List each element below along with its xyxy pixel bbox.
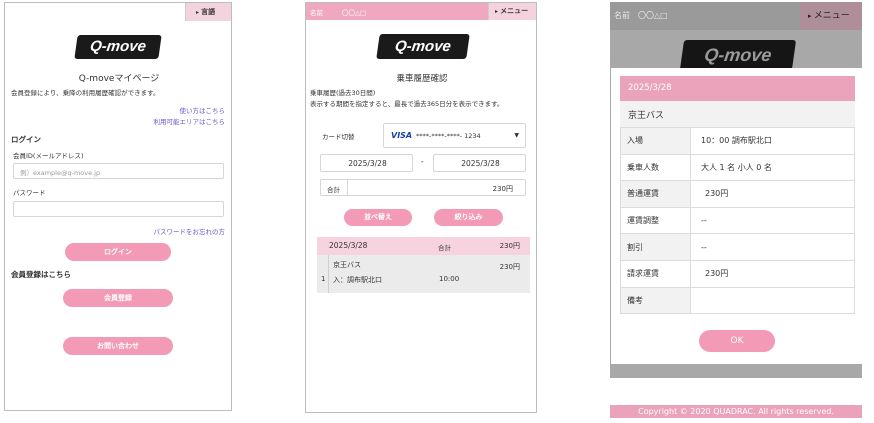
top-bar: 名前 〇〇△□ ▸ メニュー: [610, 2, 862, 30]
top-bar: ▸ 言語: [5, 3, 231, 21]
detail-row-passengers: 乗車人数 大人 1 名 小人 0 名: [620, 153, 855, 182]
ok-button[interactable]: OK: [699, 330, 775, 352]
page-title: 乗車履歴確認: [396, 74, 448, 84]
detail-row-adjustment: 運賃調整 --: [620, 206, 855, 235]
language-button[interactable]: ▸ 言語: [185, 3, 231, 21]
q-move-logo: Q-move: [679, 40, 797, 70]
result-fare: 230円: [499, 263, 520, 271]
company-row: 京王バス: [620, 101, 855, 127]
password-label: パスワード: [13, 189, 46, 197]
user-name-value: 〇〇△□: [638, 11, 668, 20]
visa-icon: VISA: [391, 131, 413, 140]
date-to-value: 2025/3/28: [461, 159, 500, 168]
user-name-value: 〇〇△□: [342, 9, 367, 17]
result-index: 1: [321, 275, 326, 283]
intro-text: 会員登録により、乗降の利用履歴確認ができます。: [11, 89, 160, 97]
detail-key: 備考: [620, 286, 691, 315]
forgot-password-link[interactable]: パスワードをお忘れの方: [154, 226, 226, 236]
modal-header: 2025/3/28: [620, 76, 855, 101]
divider: [328, 255, 329, 293]
ride-history-screen: 名前 〇〇△□ ▸ メニュー Q-move 乗車履歴確認 乗車履歴(過去30日間…: [305, 2, 537, 413]
result-boarding: 入：調布駅北口: [333, 276, 382, 284]
result-company: 京王バス: [333, 261, 361, 269]
result-header: 2025/3/28 合計 230円: [317, 237, 530, 255]
detail-table: 入場 10：00 調布駅北口 乗車人数 大人 1 名 小人 0 名 普通運賃 2…: [620, 127, 855, 315]
top-bar: 名前 〇〇△□ ▸ メニュー: [306, 3, 536, 20]
menu-label: メニュー: [500, 7, 529, 15]
member-id-input[interactable]: 例）example@q-move.jp: [13, 163, 224, 179]
detail-value: 大人 1 名 小人 0 名: [690, 153, 855, 182]
area-link[interactable]: 利用可能エリアはこちら: [154, 116, 226, 126]
modal-date: 2025/3/28: [628, 83, 672, 93]
detail-row-notes: 備考: [620, 286, 855, 315]
detail-key: 普通運賃: [620, 180, 691, 208]
detail-row-billed: 請求運賃 230円: [620, 259, 855, 288]
detail-row-fare: 普通運賃 230円: [620, 180, 855, 208]
date-separator: -: [421, 157, 424, 166]
date-to-input[interactable]: 2025/3/28: [433, 154, 526, 172]
detail-key: 乗車人数: [620, 153, 691, 182]
result-time: 10:00: [439, 275, 460, 283]
user-name-label: 名前: [614, 11, 630, 20]
password-input[interactable]: [13, 201, 224, 217]
total-label: 合計: [327, 186, 340, 194]
detail-key: 運賃調整: [620, 206, 691, 235]
login-button[interactable]: ログイン: [65, 243, 171, 261]
register-heading: 会員登録はこちら: [11, 270, 71, 279]
date-from-input[interactable]: 2025/3/28: [320, 154, 413, 172]
ride-detail-modal: 2025/3/28 京王バス 入場 10：00 調布駅北口 乗車人数 大人 1 …: [611, 68, 862, 364]
member-id-placeholder: 例）example@q-move.jp: [20, 169, 101, 177]
detail-key: 割引: [620, 233, 691, 261]
chevron-down-icon: ▼: [514, 132, 519, 139]
total-value: 230円: [492, 185, 513, 193]
detail-row-entry: 入場 10：00 調布駅北口: [620, 127, 855, 155]
menu-label: メニュー: [813, 11, 850, 21]
login-heading: ログイン: [11, 135, 41, 144]
detail-value: 10：00 調布駅北口: [690, 127, 855, 155]
contact-button[interactable]: お問い合わせ: [63, 337, 173, 355]
register-button[interactable]: 会員登録: [63, 289, 173, 307]
menu-button[interactable]: ▸ メニュー: [488, 3, 536, 20]
detail-row-discount: 割引 --: [620, 233, 855, 261]
result-row[interactable]: 1 京王バス 230円 入：調布駅北口 10:00: [317, 255, 530, 293]
mypage-login-screen: ▸ 言語 Q-move Q-moveマイページ 会員登録により、乗降の利用履歴確…: [4, 2, 232, 411]
card-select[interactable]: VISA ****-****-****- 1234 ▼: [383, 123, 526, 148]
language-label: 言語: [201, 8, 216, 16]
date-from-value: 2025/3/28: [348, 159, 387, 168]
user-name-label: 名前: [310, 9, 323, 17]
filter-button[interactable]: 絞り込み: [434, 209, 503, 226]
period-description: 表示する期間を指定すると、最長で過去365日分を表示できます。: [310, 100, 504, 108]
detail-value: 230円: [690, 259, 855, 288]
ride-detail-screen: 名前 〇〇△□ ▸ メニュー Q-move 2025/3/28 京王バス 入場 …: [610, 2, 862, 419]
divider: [347, 180, 348, 195]
detail-value: 230円: [690, 180, 855, 208]
result-sum-label: 合計: [438, 244, 451, 252]
detail-key: 請求運賃: [620, 259, 691, 288]
member-id-label: 会員ID(メールアドレス): [13, 152, 84, 160]
result-date: 2025/3/28: [329, 241, 368, 250]
total-box: 合計 230円: [320, 179, 526, 196]
card-number: ****-****-****- 1234: [416, 132, 481, 140]
sort-button[interactable]: 並べ替え: [344, 209, 412, 226]
detail-value: --: [690, 206, 855, 235]
page-title: Q-moveマイページ: [78, 74, 160, 84]
card-switch-label: カード切替: [322, 133, 355, 141]
result-sum-value: 230円: [499, 242, 520, 250]
q-move-logo: Q-move: [376, 34, 470, 59]
history-description: 乗車履歴(過去30日間): [310, 89, 376, 97]
company-name: 京王バス: [628, 111, 665, 121]
detail-value: --: [690, 233, 855, 261]
copyright-footer: Copyright © 2020 QUADRAC. All rights res…: [610, 405, 862, 418]
q-move-logo: Q-move: [74, 35, 162, 59]
usage-link[interactable]: 使い方はこちら: [180, 105, 226, 115]
detail-key: 入場: [620, 127, 691, 155]
menu-button[interactable]: ▸ メニュー: [800, 2, 862, 30]
detail-value: [690, 286, 855, 315]
